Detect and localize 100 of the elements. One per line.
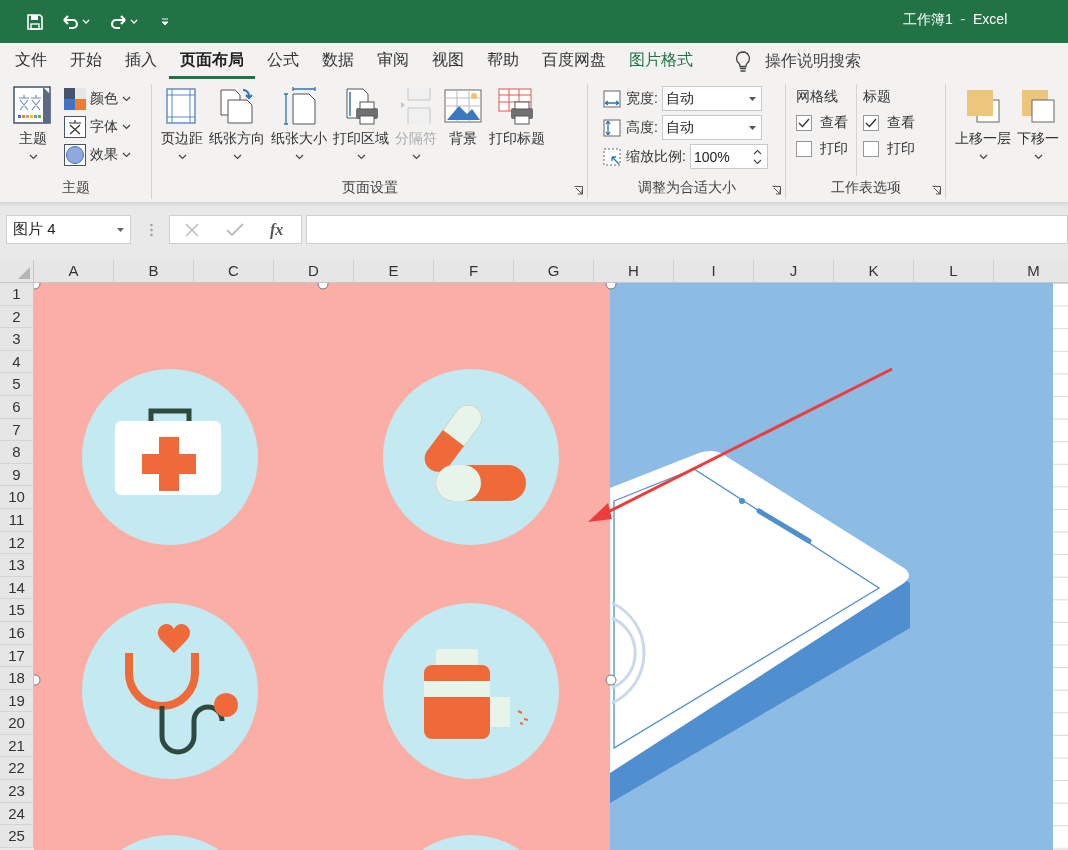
ribbon-tab[interactable]: 公式 — [256, 44, 310, 79]
caret-icon — [122, 96, 131, 102]
option-heading: 网格线 — [796, 88, 839, 106]
column-header[interactable]: K — [834, 260, 914, 282]
row-header[interactable]: 1 — [0, 283, 33, 306]
ribbon-tab[interactable]: 帮助 — [476, 44, 530, 79]
row-header[interactable]: 20 — [0, 712, 33, 735]
row-header[interactable]: 9 — [0, 463, 33, 487]
row-header[interactable]: 10 — [0, 486, 33, 509]
themes-button[interactable]: 主题 — [10, 84, 56, 179]
ribbon-button[interactable]: 上移一层 — [952, 84, 1014, 199]
dialog-launcher-icon[interactable] — [772, 186, 781, 195]
option-heading: 标题 — [863, 88, 892, 106]
row-header[interactable]: 11 — [0, 508, 33, 532]
redo-icon[interactable] — [108, 13, 138, 31]
column-header[interactable]: I — [674, 260, 754, 282]
font-icon — [64, 116, 86, 138]
column-header[interactable]: J — [754, 260, 834, 282]
column-header[interactable]: H — [594, 260, 674, 282]
column-header[interactable]: G — [514, 260, 594, 282]
row-header[interactable]: 3 — [0, 328, 33, 351]
selection-handle[interactable] — [605, 283, 617, 290]
name-box[interactable]: 图片 4 — [6, 215, 131, 244]
caret-icon — [122, 152, 131, 158]
ribbon-dropdown-button[interactable]: 效果 — [64, 144, 131, 166]
ribbon-tab[interactable]: 文件 — [4, 44, 58, 79]
column-header[interactable]: D — [274, 260, 354, 282]
row-header[interactable]: 23 — [0, 780, 33, 803]
insert-function-button[interactable]: fx — [270, 220, 284, 239]
ribbon-dropdown-button[interactable]: 颜色 — [64, 88, 131, 110]
column-header[interactable]: F — [434, 260, 514, 282]
column-header[interactable]: M — [994, 260, 1068, 282]
checkbox[interactable] — [863, 141, 879, 157]
lightbulb-icon — [735, 50, 751, 73]
field-label: 缩放比例: — [626, 147, 686, 166]
caret-icon — [28, 154, 38, 160]
dropdown-field[interactable]: 自动 — [661, 115, 762, 140]
column-header[interactable]: A — [34, 260, 114, 282]
ribbon-tab[interactable]: 视图 — [421, 44, 475, 79]
row-header[interactable]: 8 — [0, 441, 33, 464]
ribbon-tab[interactable]: 图片格式 — [618, 44, 704, 79]
selection-handle[interactable] — [34, 674, 41, 686]
ribbon-dropdown-button[interactable]: 字体 — [64, 116, 131, 138]
ribbon-button[interactable]: 页边距 — [158, 84, 206, 179]
row-header[interactable]: 7 — [0, 418, 33, 442]
checkmark-icon[interactable] — [226, 221, 244, 238]
ribbon-tab[interactable]: 数据 — [311, 44, 365, 79]
checkbox-label: 查看 — [887, 114, 915, 132]
ribbon-button[interactable]: 下移一 — [1014, 84, 1062, 199]
row-header[interactable]: 14 — [0, 576, 33, 600]
row-header[interactable]: 13 — [0, 554, 33, 577]
column-header[interactable]: B — [114, 260, 194, 282]
formula-input[interactable] — [306, 215, 1068, 244]
row-header[interactable]: 16 — [0, 621, 33, 645]
ribbon-button[interactable]: 纸张大小 — [268, 84, 330, 179]
column-header[interactable]: E — [354, 260, 434, 282]
selection-handle[interactable] — [34, 283, 41, 290]
spinner-field[interactable]: 100% — [689, 144, 768, 169]
row-header[interactable]: 18 — [0, 667, 33, 690]
ribbon-tab[interactable]: 审阅 — [366, 44, 420, 79]
checkbox-label: 打印 — [887, 140, 915, 158]
ribbon-button[interactable]: 背景 — [440, 84, 486, 179]
checkbox[interactable] — [863, 115, 879, 131]
row-header[interactable]: 25 — [0, 825, 33, 848]
spinner-arrows-icon[interactable] — [752, 148, 762, 165]
selection-handle[interactable] — [605, 674, 617, 686]
column-header[interactable]: L — [914, 260, 994, 282]
ribbon-tab[interactable]: 百度网盘 — [531, 44, 617, 79]
ribbon-tab[interactable]: 开始 — [59, 44, 113, 79]
row-header[interactable]: 24 — [0, 802, 33, 826]
checkbox-label: 打印 — [820, 140, 848, 158]
row-header[interactable]: 5 — [0, 373, 33, 396]
ribbon-tab[interactable]: 插入 — [114, 44, 168, 79]
column-header[interactable]: C — [194, 260, 274, 282]
customize-icon[interactable] — [161, 18, 169, 26]
row-header[interactable]: 12 — [0, 531, 33, 555]
checkbox[interactable] — [796, 141, 812, 157]
dialog-launcher-icon[interactable] — [932, 186, 941, 195]
row-header[interactable]: 19 — [0, 689, 33, 713]
row-header[interactable]: 15 — [0, 599, 33, 622]
row-header[interactable]: 21 — [0, 734, 33, 758]
dropdown-arrow-icon — [748, 125, 756, 130]
row-header[interactable]: 17 — [0, 644, 33, 668]
save-icon[interactable] — [26, 13, 44, 31]
row-header[interactable]: 22 — [0, 757, 33, 781]
row-header[interactable]: 2 — [0, 305, 33, 329]
selection-handle[interactable] — [317, 283, 329, 290]
ribbon-button[interactable]: 打印标题 — [486, 84, 548, 179]
group-label: 页面设置 — [341, 179, 398, 197]
row-header[interactable]: 6 — [0, 395, 33, 419]
field-label: 高度: — [626, 118, 658, 137]
dropdown-field[interactable]: 自动 — [661, 86, 762, 111]
ribbon-button[interactable]: 纸张方向 — [206, 84, 268, 179]
close-icon[interactable] — [184, 221, 200, 238]
dialog-launcher-icon[interactable] — [574, 186, 583, 195]
row-header[interactable]: 4 — [0, 350, 33, 374]
search-field[interactable]: 操作说明搜索 — [765, 51, 861, 72]
ribbon-button[interactable]: 打印区域 — [330, 84, 392, 179]
undo-icon[interactable] — [60, 13, 90, 31]
checkbox[interactable] — [796, 115, 812, 131]
